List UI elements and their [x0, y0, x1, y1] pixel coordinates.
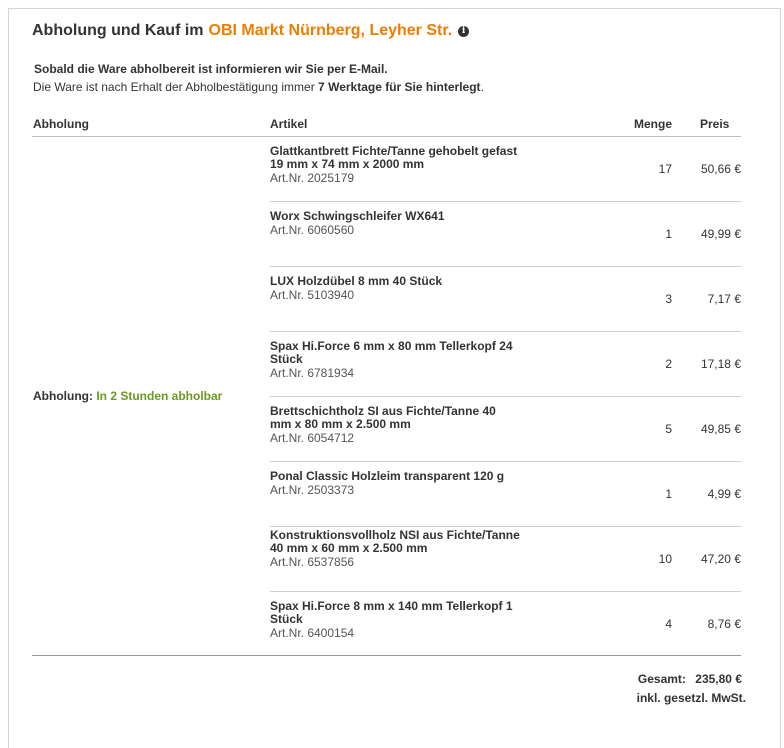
- notice-hold-prefix: Die Ware ist nach Erhalt der Abholbestät…: [33, 80, 315, 94]
- item-artnr: Art.Nr. 6781934: [270, 366, 355, 380]
- notice-hold-bold: Werktage für Sie hinterlegt: [328, 80, 481, 94]
- table-row: Worx Schwingschleifer WX641 Art.Nr. 60605…: [270, 202, 741, 267]
- item-artnr: Art.Nr. 6537856: [270, 555, 355, 569]
- item-title: Worx Schwingschleifer WX641: [270, 209, 445, 223]
- info-icon[interactable]: i: [458, 25, 470, 37]
- pickup-info: Abholung: In 2 Stunden abholbar: [33, 389, 222, 403]
- item-quantity: 2: [665, 357, 672, 371]
- column-header-menge: Menge: [634, 117, 673, 131]
- total-value: 235,80 €: [695, 672, 742, 686]
- item-price: 4,99 €: [707, 487, 741, 501]
- table-row: Brettschichtholz SI aus Fichte/Tanne 40 …: [270, 397, 741, 462]
- item-name: Worx Schwingschleifer WX641 Art.Nr. 60605…: [270, 210, 520, 238]
- item-title: Ponal Classic Holzleim transparent 120 g: [270, 469, 505, 483]
- page-title: Abholung und Kauf im OBI Markt Nürnberg,…: [32, 22, 470, 40]
- item-quantity: 17: [658, 162, 672, 176]
- item-quantity: 3: [665, 292, 672, 306]
- item-name: LUX Holzdübel 8 mm 40 Stück Art.Nr. 51039…: [270, 275, 520, 303]
- item-artnr: Art.Nr. 5103940: [270, 288, 355, 302]
- table-row: Glattkantbrett Fichte/Tanne gehobelt gef…: [270, 137, 741, 202]
- item-quantity: 10: [658, 552, 672, 566]
- item-price: 17,18 €: [700, 357, 741, 371]
- table-row: Konstruktionsvollholz NSI aus Fichte/Tan…: [270, 527, 741, 592]
- item-quantity: 4: [665, 617, 672, 631]
- item-artnr: Art.Nr. 6060560: [270, 223, 355, 237]
- item-quantity: 1: [665, 227, 672, 241]
- table-row: Spax Hi.Force 6 mm x 80 mm Tellerkopf 24…: [270, 332, 741, 397]
- item-quantity: 1: [665, 487, 672, 501]
- item-title: Spax Hi.Force 8 mm x 140 mm Tellerkopf 1…: [270, 599, 513, 626]
- pickup-status: In 2 Stunden abholbar: [96, 389, 223, 403]
- column-header-abholung: Abholung: [33, 117, 89, 131]
- item-title: LUX Holzdübel 8 mm 40 Stück: [270, 274, 443, 288]
- item-artnr: Art.Nr. 6400154: [270, 626, 355, 640]
- order-total: Gesamt: 235,80 €: [638, 672, 742, 686]
- item-artnr: Art.Nr. 2025179: [270, 171, 355, 185]
- item-price: 47,20 €: [700, 552, 741, 566]
- item-price: 49,85 €: [700, 422, 741, 436]
- vat-note: inkl. gesetzl. MwSt.: [636, 691, 746, 705]
- table-row: Ponal Classic Holzleim transparent 120 g…: [270, 462, 741, 527]
- column-header-artikel: Artikel: [270, 117, 308, 131]
- title-prefix: Abholung und Kauf im: [32, 22, 204, 39]
- table-row: Spax Hi.Force 8 mm x 140 mm Tellerkopf 1…: [270, 592, 741, 657]
- item-title: Spax Hi.Force 6 mm x 80 mm Tellerkopf 24…: [270, 339, 513, 366]
- item-name: Glattkantbrett Fichte/Tanne gehobelt gef…: [270, 145, 520, 186]
- item-artnr: Art.Nr. 6054712: [270, 431, 355, 445]
- item-name: Ponal Classic Holzleim transparent 120 g…: [270, 470, 520, 498]
- column-header-preis: Preis: [700, 117, 730, 131]
- item-price: 50,66 €: [700, 162, 741, 176]
- market-name: OBI Markt Nürnberg, Leyher Str.: [208, 22, 453, 39]
- table-row: LUX Holzdübel 8 mm 40 Stück Art.Nr. 51039…: [270, 267, 741, 332]
- item-price: 7,17 €: [707, 292, 741, 306]
- notice-email: Sobald die Ware abholbereit ist informie…: [34, 62, 388, 76]
- notice-hold: Die Ware ist nach Erhalt der Abholbestät…: [33, 80, 484, 94]
- item-title: Konstruktionsvollholz NSI aus Fichte/Tan…: [270, 528, 520, 555]
- item-name: Spax Hi.Force 8 mm x 140 mm Tellerkopf 1…: [270, 600, 520, 641]
- item-title: Brettschichtholz SI aus Fichte/Tanne 40 …: [270, 404, 496, 431]
- item-title: Glattkantbrett Fichte/Tanne gehobelt gef…: [270, 144, 518, 171]
- notice-hold-days: 7: [318, 80, 325, 94]
- total-label: Gesamt:: [637, 672, 686, 686]
- item-price: 49,99 €: [700, 227, 741, 241]
- item-name: Konstruktionsvollholz NSI aus Fichte/Tan…: [270, 529, 520, 570]
- item-price: 8,76 €: [707, 617, 741, 631]
- footer-divider: [32, 655, 741, 656]
- item-quantity: 5: [665, 422, 672, 436]
- item-name: Spax Hi.Force 6 mm x 80 mm Tellerkopf 24…: [270, 340, 520, 381]
- pickup-label: Abholung:: [33, 389, 93, 403]
- notice-hold-end: .: [480, 80, 484, 94]
- item-name: Brettschichtholz SI aus Fichte/Tanne 40 …: [270, 405, 520, 446]
- item-artnr: Art.Nr. 2503373: [270, 483, 355, 497]
